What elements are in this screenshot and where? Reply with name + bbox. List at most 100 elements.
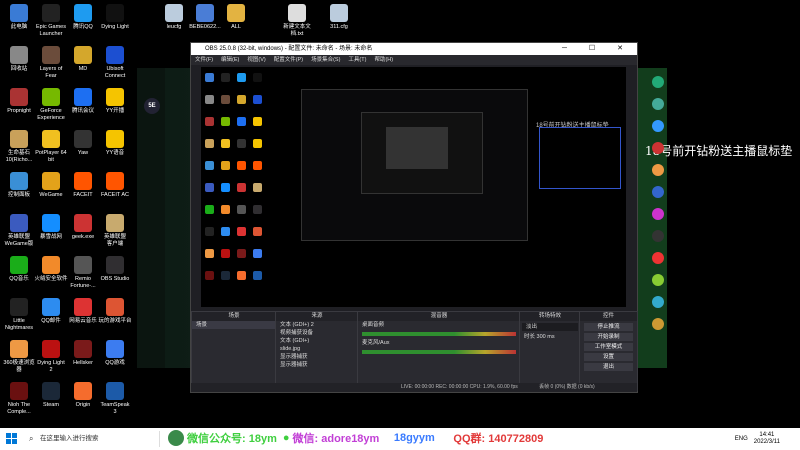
sidebar-app-icon[interactable] (652, 98, 664, 110)
desktop-icon[interactable]: FACEIT AC (96, 172, 134, 199)
app-icon (106, 4, 124, 22)
obs-titlebar[interactable]: OBS 25.0.8 (32-bit, windows) - 配置文件: 未命名… (191, 43, 637, 55)
desktop-icon[interactable]: 311.cfg (320, 4, 358, 31)
app-icon (42, 298, 60, 316)
desktop-icon[interactable]: OBS Studio (96, 256, 134, 283)
desktop-icon[interactable]: 新建文本文 档.txt (278, 4, 316, 37)
menu-item[interactable]: 视图(V) (247, 57, 265, 63)
preview-tile (205, 249, 214, 258)
desktop-icon[interactable]: 玩的游戏平台 (96, 298, 134, 325)
desktop-icon[interactable]: TeamSpeak 3 (96, 382, 134, 415)
preview-tile (205, 117, 214, 126)
preview-tile (221, 73, 230, 82)
mixer-meter-mic (362, 350, 516, 354)
se-logo: 5E (144, 98, 160, 114)
clock[interactable]: 14:41 2022/3/11 (754, 432, 780, 446)
desktop-icon[interactable]: YY语音 (96, 130, 134, 157)
desktop-icon-label: Dying Light (101, 24, 129, 30)
control-button[interactable]: 开始录制 (584, 333, 633, 341)
system-tray[interactable]: ENG 14:41 2022/3/11 (735, 432, 780, 446)
clock-date: 2022/3/11 (753, 439, 780, 445)
desktop-icon[interactable]: QQ游戏 (96, 340, 134, 367)
transition-select[interactable]: 淡出 (522, 323, 578, 331)
desktop-icon[interactable]: ALL (217, 4, 255, 31)
desktop-icon[interactable]: YY开播 (96, 88, 134, 115)
sidebar-app-icon[interactable] (652, 230, 664, 242)
desktop-icon[interactable]: 英雄联盟 客户端 (96, 214, 134, 247)
preview-tile (237, 139, 246, 148)
menu-item[interactable]: 配置文件(P) (274, 57, 303, 63)
obs-preview[interactable]: 18号前开钻粉送主播鼠标垫 (201, 67, 626, 307)
sidebar-app-icon[interactable] (652, 318, 664, 330)
preview-tile (205, 95, 214, 104)
desktop-icon[interactable]: Dying Light (96, 4, 134, 31)
app-icon (10, 382, 28, 400)
desktop-icon-label: OBS Studio (100, 276, 130, 282)
preview-tile (237, 161, 246, 170)
control-button[interactable]: 停止推流 (584, 323, 633, 331)
app-icon (106, 214, 124, 232)
source-item[interactable]: 文本 (GDI+) (276, 337, 358, 345)
nested-preview-3 (386, 127, 448, 169)
language-indicator[interactable]: ENG (735, 436, 748, 442)
sidebar-app-icon[interactable] (652, 76, 664, 88)
mixer-track-mic: 麦克风/Aux (362, 340, 390, 346)
source-item[interactable]: slide.jpg (276, 345, 358, 353)
menu-item[interactable]: 帮助(H) (374, 57, 393, 63)
obs-title: OBS 25.0.8 (32-bit, windows) - 配置文件: 未命名… (205, 46, 373, 52)
sidebar-app-icon[interactable] (652, 274, 664, 286)
sidebar-app-icon[interactable] (652, 186, 664, 198)
source-item[interactable]: 文本 (GDI+) 2 (276, 321, 358, 329)
transition-duration[interactable]: 时长 300 ms (520, 333, 580, 341)
app-icon (42, 88, 60, 106)
sidebar-app-icon[interactable] (652, 296, 664, 308)
menu-item[interactable]: 文件(F) (195, 57, 213, 63)
desktop-icon[interactable]: Ubisoft Connect (96, 46, 134, 79)
banner-wechat-public: 微信公众号: 18ym (187, 433, 277, 445)
window-buttons[interactable]: ─ ☐ ✕ (562, 43, 633, 55)
app-icon (42, 214, 60, 232)
app-icon (74, 46, 92, 64)
preview-tile (221, 249, 230, 258)
source-item[interactable]: 显示器捕获 (276, 353, 358, 361)
banner-douyin: 18gyym (393, 432, 435, 444)
app-icon (42, 172, 60, 190)
desktop-icon-label: 玩的游戏平台 (98, 318, 132, 324)
app-icon (10, 172, 28, 190)
obs-window[interactable]: OBS 25.0.8 (32-bit, windows) - 配置文件: 未命名… (190, 42, 638, 393)
sidebar-app-icon[interactable] (652, 164, 664, 176)
app-icon (74, 298, 92, 316)
preview-tile (221, 205, 230, 214)
preview-tile (253, 139, 262, 148)
file-icon (196, 4, 214, 22)
desktop-icon-label: YY开播 (105, 108, 125, 114)
source-item[interactable]: 视频捕获设备 (276, 329, 358, 337)
app-icon (74, 382, 92, 400)
app-icon (74, 256, 92, 274)
menu-item[interactable]: 工具(T) (348, 57, 366, 63)
obs-menubar[interactable]: 文件(F) 编辑(E) 视图(V) 配置文件(P) 场景集合(S) 工具(T) 帮助(H) (191, 55, 637, 65)
control-button[interactable]: 设置 (584, 353, 633, 361)
sidebar-app-icon[interactable] (652, 142, 664, 154)
sidebar-app-icon[interactable] (652, 120, 664, 132)
source-item[interactable]: 显示器捕获 (276, 361, 358, 369)
app-icon (106, 256, 124, 274)
windows-start-icon[interactable] (6, 433, 18, 445)
preview-tile (221, 95, 230, 104)
control-button[interactable]: 工作室模式 (584, 343, 633, 351)
app-icon (106, 88, 124, 106)
app-icon (10, 130, 28, 148)
preview-tile (237, 117, 246, 126)
menu-item[interactable]: 场景集合(S) (311, 57, 340, 63)
sources-dock: 来源 文本 (GDI+) 2 视频捕获设备 文本 (GDI+) slide.jpg 显示… (275, 311, 359, 391)
taskbar-search[interactable]: ⌕ 在这里输入进行搜索 (26, 431, 160, 447)
stream-banner: 微信公众号: 18ym ● 微信: adore18ym ♪ 18gyym ◉ Q… (168, 426, 543, 450)
menu-item[interactable]: 编辑(E) (221, 57, 239, 63)
preview-tile (253, 117, 262, 126)
sidebar-app-icon[interactable] (652, 252, 664, 264)
sidebar-app-icon[interactable] (652, 208, 664, 220)
scene-item[interactable]: 场景 (192, 321, 276, 329)
preview-tile (237, 205, 246, 214)
control-button[interactable]: 退出 (584, 363, 633, 371)
desktop-icon-label: YY语音 (105, 150, 125, 156)
